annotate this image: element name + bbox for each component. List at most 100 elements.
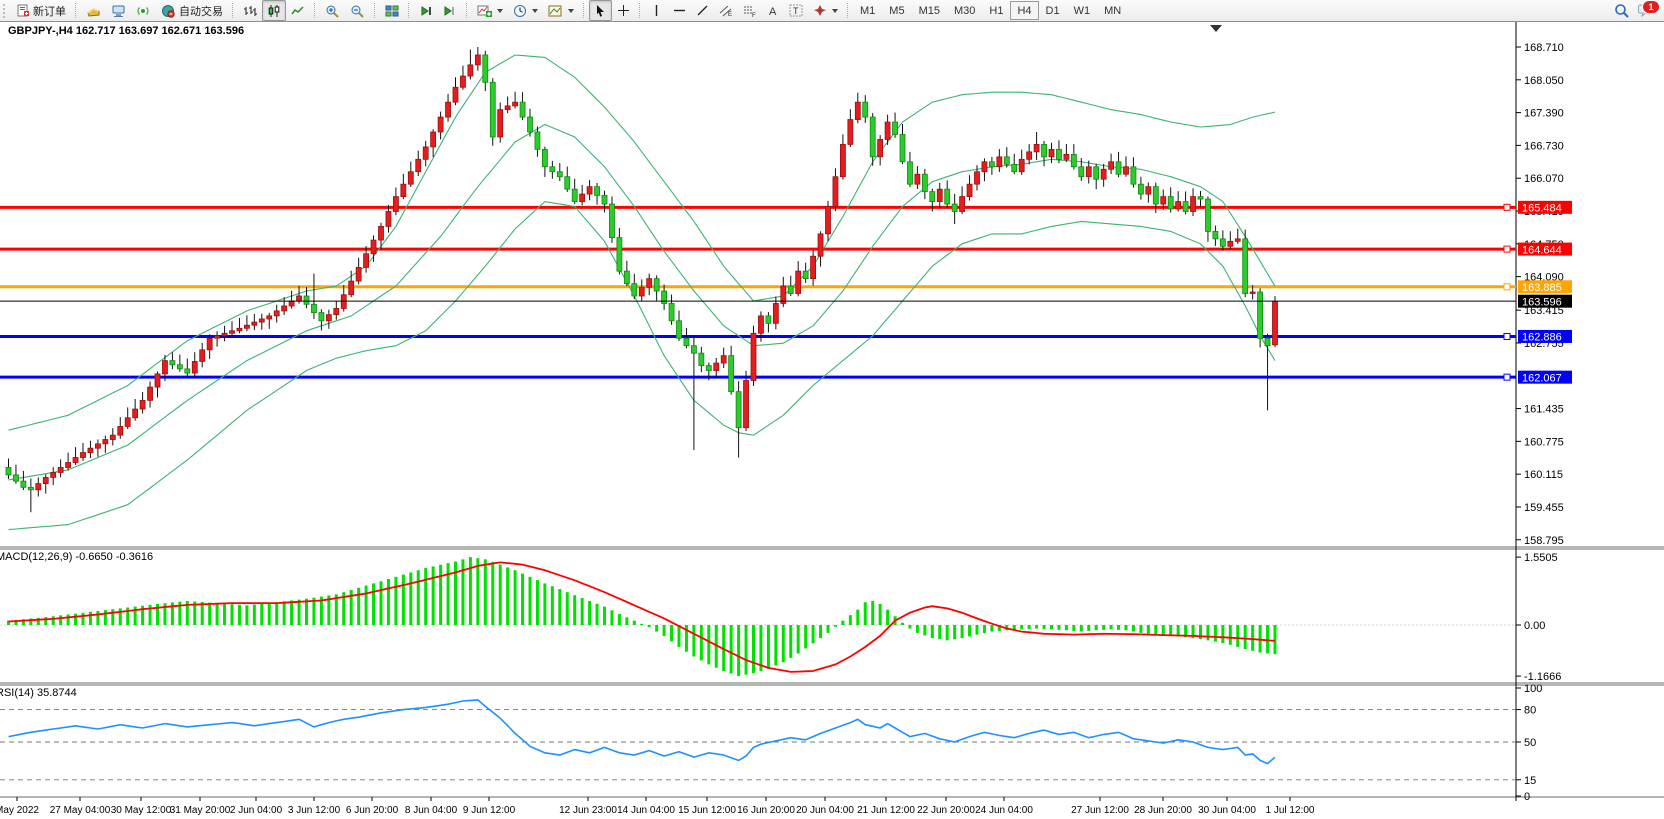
level-line-handle[interactable] <box>1504 204 1510 210</box>
macd-histogram-bar <box>1229 625 1232 645</box>
candle <box>207 338 212 350</box>
current-price-label-text: 163.596 <box>1522 296 1562 308</box>
candle <box>274 311 279 316</box>
rsi-tick-label: 50 <box>1524 737 1536 749</box>
macd-histogram-bar <box>789 625 792 658</box>
candle <box>639 287 644 296</box>
candle <box>1146 187 1151 194</box>
macd-histogram-bar <box>834 625 837 627</box>
macd-histogram-bar <box>767 625 770 669</box>
macd-histogram-bar <box>67 614 70 625</box>
macd-histogram-bar <box>625 617 628 625</box>
candle <box>1235 239 1240 241</box>
macd-histogram-bar <box>357 588 360 625</box>
macd-histogram-bar <box>89 612 92 625</box>
price-tick-label: 160.775 <box>1524 436 1564 448</box>
candle <box>267 316 272 319</box>
level-line-handle[interactable] <box>1504 284 1510 290</box>
rsi-panel[interactable]: 1008050150RSI(14) 35.8744 <box>0 683 1542 803</box>
time-axis[interactable]: May 202227 May 04:0030 May 12:0031 May 2… <box>0 797 1315 816</box>
candle <box>505 106 510 110</box>
macd-histogram-bar <box>514 570 517 625</box>
candle <box>1273 301 1278 345</box>
macd-histogram-bar <box>655 625 658 632</box>
macd-histogram-bar <box>260 604 263 625</box>
price-tick-label: 166.070 <box>1524 173 1564 185</box>
macd-histogram-bar <box>1102 625 1105 630</box>
time-tick-label: 27 May 04:00 <box>50 805 111 816</box>
candle <box>1220 239 1225 246</box>
candle <box>550 167 555 172</box>
macd-histogram-bar <box>44 617 47 625</box>
candle <box>878 139 883 156</box>
level-line-handle[interactable] <box>1504 246 1510 252</box>
macd-histogram-bar <box>640 624 643 625</box>
macd-histogram-bar <box>812 625 815 643</box>
candle <box>431 132 436 147</box>
macd-histogram-bar <box>499 565 502 625</box>
candle <box>587 187 592 194</box>
candle <box>520 102 525 117</box>
macd-histogram-bar <box>417 570 420 625</box>
candle <box>1049 149 1054 156</box>
candle <box>863 102 868 117</box>
price-tick-label: 161.435 <box>1524 404 1564 416</box>
candle <box>796 271 801 293</box>
macd-histogram-bar <box>633 621 636 625</box>
candle <box>103 440 108 444</box>
macd-histogram-bar <box>551 586 554 625</box>
price-line-labels: 165.484164.644163.885162.886162.067163.5… <box>1518 201 1572 385</box>
candle <box>714 363 719 370</box>
candle <box>21 481 26 487</box>
macd-panel[interactable]: 1.55050.00-1.1666MACD(12,26,9) -0.6650 -… <box>0 551 1561 683</box>
time-tick-label: 31 May 20:00 <box>170 805 231 816</box>
time-tick-label: 27 Jun 12:00 <box>1071 805 1129 816</box>
candle <box>155 374 160 387</box>
candle <box>51 472 56 477</box>
macd-histogram-bar <box>1110 625 1113 629</box>
candle <box>617 238 622 272</box>
macd-histogram-bar <box>774 625 777 666</box>
candle <box>1027 152 1032 159</box>
candle <box>230 331 235 333</box>
candle <box>468 65 473 76</box>
macd-histogram-bar <box>946 625 949 640</box>
level-line-handle[interactable] <box>1504 374 1510 380</box>
price-axis[interactable]: 168.710168.050167.390166.730166.070165.4… <box>1516 42 1564 547</box>
candle <box>699 353 704 365</box>
horizontal-level-lines[interactable] <box>0 204 1516 380</box>
chart-canvas[interactable]: 168.710168.050167.390166.730166.070165.4… <box>0 0 1664 819</box>
candle <box>1012 164 1017 171</box>
candle <box>1064 154 1069 159</box>
candle <box>1034 144 1039 151</box>
time-tick-label: 20 Jun 04:00 <box>796 805 854 816</box>
candle <box>244 325 249 328</box>
candle <box>215 336 220 338</box>
chart-shift-marker[interactable] <box>1210 25 1222 32</box>
candle <box>252 322 257 325</box>
candle <box>1019 159 1024 171</box>
candle <box>319 313 324 321</box>
candle <box>669 303 674 320</box>
candle <box>528 117 533 132</box>
macd-histogram-bar <box>1162 625 1165 635</box>
macd-histogram-bar <box>245 605 248 625</box>
macd-histogram-bar <box>290 600 293 625</box>
candle <box>624 271 629 283</box>
candle <box>855 102 860 119</box>
candle <box>1228 241 1233 246</box>
candle <box>81 453 86 458</box>
candle <box>870 117 875 157</box>
macd-histogram-bar <box>409 572 412 625</box>
level-line-handle[interactable] <box>1504 333 1510 339</box>
candle <box>1205 199 1210 231</box>
time-tick-label: May 2022 <box>0 805 39 816</box>
macd-histogram-bar <box>1065 625 1068 630</box>
level-price-label-text: 162.886 <box>1522 332 1562 344</box>
macd-histogram-bar <box>52 616 55 625</box>
time-tick-label: 21 Jun 12:00 <box>857 805 915 816</box>
time-tick-label: 16 Jun 20:00 <box>737 805 795 816</box>
macd-histogram-bar <box>1169 625 1172 636</box>
candle <box>498 110 503 137</box>
candle <box>997 157 1002 167</box>
